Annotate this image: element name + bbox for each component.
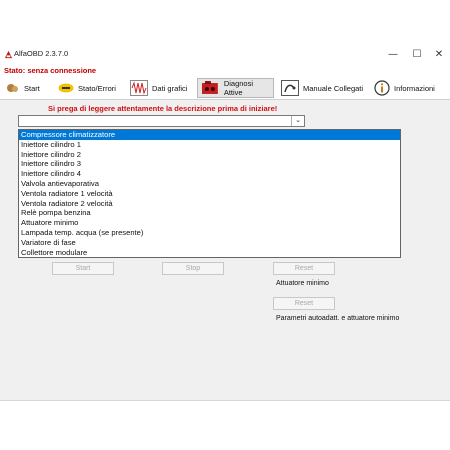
close-button[interactable]: ✕ — [430, 47, 448, 62]
dropdown-option[interactable]: Variatore di fase — [19, 238, 400, 248]
title-bar: AlfaOBD 2.3.7.0 — ☐ ✕ — [0, 46, 450, 64]
connection-status: Stato: senza connessione — [4, 66, 97, 75]
minimize-button[interactable]: — — [384, 47, 402, 62]
attuatore-caption: Attuatore minimo — [276, 280, 329, 287]
dropdown-option[interactable]: Ventola radiatore 1 velocità — [19, 189, 400, 199]
dropdown-option[interactable]: Collettore modulare — [19, 248, 400, 258]
dropdown-option[interactable]: Valvola antievaporativa — [19, 179, 400, 189]
start-button[interactable]: Start — [52, 262, 114, 275]
dropdown-option[interactable]: Relè pompa benzina — [19, 208, 400, 218]
parametri-caption: Parametri autoadatt. e attuatore minimo — [276, 315, 400, 322]
tab-label: Stato/Errori — [78, 83, 116, 93]
tab-label: Dati grafici — [152, 83, 188, 93]
dropdown-option[interactable]: Compressore climatizzatore — [19, 130, 400, 140]
dropdown-option[interactable]: Ventola radiatore 2 velocità — [19, 199, 400, 209]
actuator-select[interactable]: ⌄ — [18, 115, 305, 127]
tab-manuale-collegati[interactable]: Manuale Collegati — [281, 78, 367, 98]
actuator-dropdown-list: Compressore climatizzatore Iniettore cili… — [18, 129, 401, 258]
tab-dati-grafici[interactable]: Dati grafici — [130, 78, 192, 98]
engine-icon — [201, 81, 218, 94]
info-icon — [374, 80, 390, 96]
window-bottom-border — [0, 400, 450, 401]
tab-label: Diagnosi Attive — [223, 79, 254, 97]
reset-parametri-button[interactable]: Reset — [273, 297, 335, 310]
tab-label: Start — [24, 83, 40, 93]
dropdown-option[interactable]: Lampada temp. acqua (se presente) — [19, 228, 400, 238]
chevron-down-icon[interactable]: ⌄ — [291, 116, 304, 126]
app-logo-icon — [4, 50, 13, 59]
tab-label: Informazioni — [394, 83, 435, 93]
dropdown-option[interactable]: Attuatore minimo — [19, 218, 400, 228]
dropdown-option[interactable]: Iniettore cilindro 1 — [19, 140, 400, 150]
window-title: AlfaOBD 2.3.7.0 — [14, 49, 69, 58]
reset-attuatore-button[interactable]: Reset — [273, 262, 335, 275]
tab-informazioni[interactable]: Informazioni — [374, 78, 444, 98]
error-badge-icon — [58, 83, 74, 93]
tab-start[interactable]: Start — [6, 78, 52, 98]
main-toolbar: Start Stato/Errori Dati grafici Diagnosi… — [0, 77, 450, 100]
dropdown-option[interactable]: Iniettore cilindro 2 — [19, 150, 400, 160]
dropdown-option[interactable]: Iniettore cilindro 4 — [19, 169, 400, 179]
maximize-button[interactable]: ☐ — [408, 47, 426, 62]
tab-stato-errori[interactable]: Stato/Errori — [58, 78, 122, 98]
warning-message: Si prega di leggere attentamente la desc… — [48, 104, 278, 113]
waveform-icon — [130, 80, 148, 96]
tab-label: Manuale Collegati — [303, 83, 364, 93]
dropdown-option[interactable]: Iniettore cilindro 3 — [19, 159, 400, 169]
stop-button[interactable]: Stop — [162, 262, 224, 275]
tab-diagnosi-attive[interactable]: Diagnosi Attive — [197, 78, 274, 98]
car-icon — [7, 84, 18, 92]
manual-icon — [281, 80, 299, 96]
